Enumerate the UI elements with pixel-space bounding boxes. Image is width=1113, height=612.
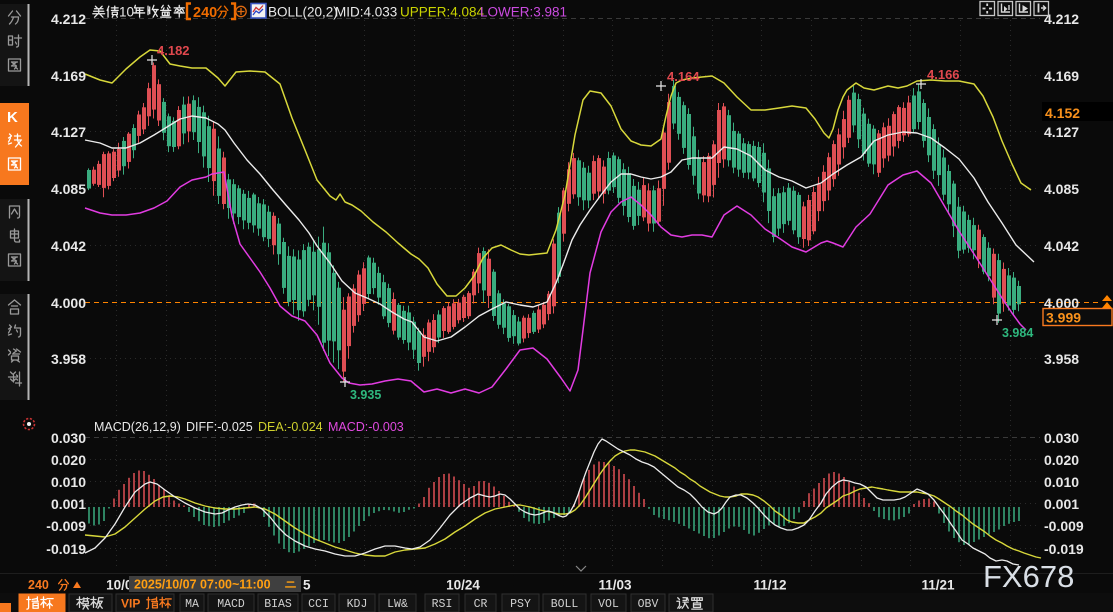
svg-text:240: 240: [193, 5, 217, 21]
svg-text:4.212: 4.212: [1044, 11, 1079, 27]
svg-text:LOWER:3.981: LOWER:3.981: [480, 5, 567, 20]
svg-text:3.958: 3.958: [51, 351, 86, 367]
svg-text:4.164: 4.164: [667, 69, 700, 84]
svg-text:4.000: 4.000: [51, 295, 86, 311]
svg-text:0.010: 0.010: [1044, 474, 1079, 490]
svg-text:0.020: 0.020: [1044, 452, 1079, 468]
svg-text:-0.009: -0.009: [1044, 518, 1084, 534]
svg-text:DIFF:-0.025: DIFF:-0.025: [186, 420, 253, 434]
svg-text:4.152: 4.152: [1045, 105, 1080, 121]
svg-text:0.010: 0.010: [51, 474, 86, 490]
svg-text:4.127: 4.127: [51, 124, 86, 140]
svg-text:0.001: 0.001: [1044, 496, 1079, 512]
svg-text:240: 240: [28, 578, 49, 592]
svg-text:4.212: 4.212: [51, 11, 86, 27]
svg-text:4.182: 4.182: [157, 43, 190, 58]
svg-text:4.169: 4.169: [51, 68, 86, 84]
svg-text:3.958: 3.958: [1044, 351, 1079, 367]
svg-text:KDJ: KDJ: [347, 598, 368, 611]
svg-text:5: 5: [303, 578, 311, 593]
svg-text:MID:4.033: MID:4.033: [335, 5, 397, 20]
svg-text:10/24: 10/24: [446, 578, 480, 593]
svg-text:11/12: 11/12: [753, 578, 786, 593]
svg-text:VOL: VOL: [598, 598, 619, 611]
svg-text:0.030: 0.030: [1044, 430, 1079, 446]
svg-text:-0.019: -0.019: [1044, 541, 1084, 557]
svg-text:4.042: 4.042: [1044, 238, 1079, 254]
svg-text:11/03: 11/03: [598, 578, 632, 593]
svg-text:CCI: CCI: [308, 598, 329, 611]
svg-text:LW&: LW&: [387, 598, 408, 611]
svg-text:RSI: RSI: [432, 598, 453, 611]
svg-text:4.085: 4.085: [51, 181, 86, 197]
svg-text:CR: CR: [474, 598, 488, 611]
svg-text:UPPER:4.084: UPPER:4.084: [400, 5, 485, 20]
svg-text:MACD:-0.003: MACD:-0.003: [328, 420, 404, 434]
svg-text:11/21: 11/21: [921, 578, 955, 593]
svg-text:K: K: [7, 109, 18, 126]
svg-text:10: 10: [119, 5, 134, 20]
svg-text:PSY: PSY: [510, 598, 531, 611]
svg-text:DEA:-0.024: DEA:-0.024: [258, 420, 323, 434]
svg-text:3.984: 3.984: [1002, 326, 1033, 340]
svg-text:2025/10/07 07:00~11:00: 2025/10/07 07:00~11:00: [134, 578, 271, 592]
svg-text:4.166: 4.166: [927, 67, 960, 82]
svg-text:FX678: FX678: [983, 559, 1074, 594]
svg-text:4.085: 4.085: [1044, 181, 1079, 197]
svg-text:3.999: 3.999: [1046, 310, 1081, 326]
svg-text:BOLL(20,2): BOLL(20,2): [268, 5, 338, 20]
svg-text:MA: MA: [185, 598, 199, 611]
svg-text:0.020: 0.020: [51, 452, 86, 468]
svg-text:MACD: MACD: [217, 598, 245, 611]
svg-text:BOLL: BOLL: [551, 598, 579, 611]
svg-text:4.169: 4.169: [1044, 68, 1079, 84]
svg-text:0.001: 0.001: [51, 496, 86, 512]
svg-text:-0.019: -0.019: [46, 541, 86, 557]
svg-text:4.127: 4.127: [1044, 124, 1079, 140]
svg-text:4.042: 4.042: [51, 238, 86, 254]
svg-text:BIAS: BIAS: [264, 598, 292, 611]
svg-text:OBV: OBV: [638, 598, 659, 611]
svg-text:VIP: VIP: [121, 597, 140, 611]
svg-text:3.935: 3.935: [350, 388, 381, 402]
svg-text:0.030: 0.030: [51, 430, 86, 446]
svg-text:MACD(26,12,9): MACD(26,12,9): [94, 420, 181, 434]
svg-text:-0.009: -0.009: [46, 518, 86, 534]
